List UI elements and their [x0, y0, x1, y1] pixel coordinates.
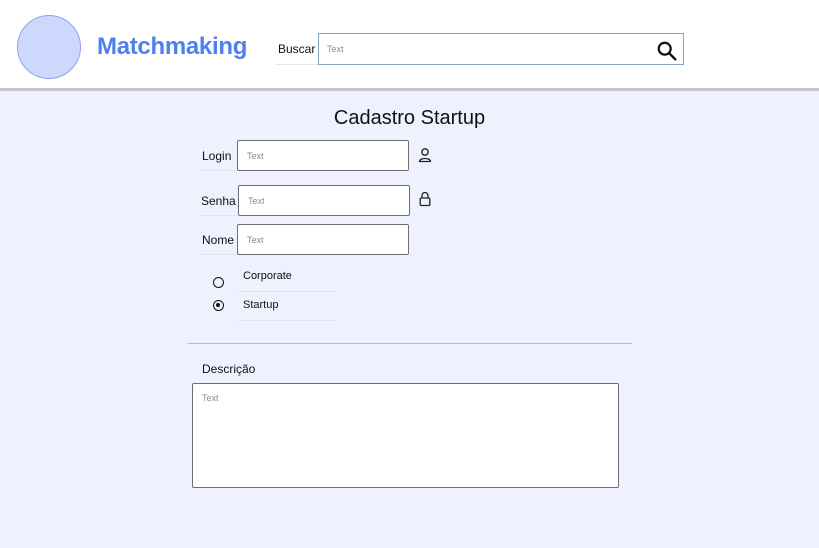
senha-field[interactable]: [238, 185, 410, 216]
descricao-textarea[interactable]: [202, 393, 607, 479]
page-title: Cadastro Startup: [333, 107, 486, 129]
user-icon: [418, 148, 432, 163]
nome-field[interactable]: [237, 224, 409, 255]
search-icon[interactable]: [656, 40, 678, 62]
search-label-underline: [276, 64, 320, 65]
descricao-label: Descrição: [202, 362, 256, 376]
login-field[interactable]: [237, 140, 409, 171]
search-field[interactable]: [318, 33, 684, 65]
senha-input[interactable]: [248, 195, 398, 207]
nome-input[interactable]: [247, 234, 397, 246]
nome-label-underline: [200, 254, 238, 255]
brand-title[interactable]: Matchmaking: [97, 33, 247, 61]
lock-icon: [419, 191, 431, 207]
radio-startup-underline: [238, 320, 336, 321]
top-header: Matchmaking Buscar: [0, 0, 819, 91]
nome-label: Nome: [202, 233, 235, 247]
descricao-field[interactable]: [192, 383, 619, 488]
radio-corporate[interactable]: [213, 277, 224, 288]
radio-corporate-underline: [238, 291, 336, 292]
search-input[interactable]: [327, 42, 647, 56]
search-label: Buscar: [278, 42, 316, 56]
login-input[interactable]: [247, 150, 397, 162]
section-divider: [188, 343, 632, 344]
senha-label-underline: [200, 215, 238, 216]
senha-label: Senha: [201, 194, 236, 208]
radio-startup[interactable]: [213, 300, 224, 311]
logo-avatar[interactable]: [17, 15, 81, 79]
radio-corporate-label[interactable]: Corporate: [243, 270, 292, 282]
login-label: Login: [202, 149, 232, 163]
login-label-underline: [200, 170, 238, 171]
radio-startup-label[interactable]: Startup: [243, 299, 278, 311]
